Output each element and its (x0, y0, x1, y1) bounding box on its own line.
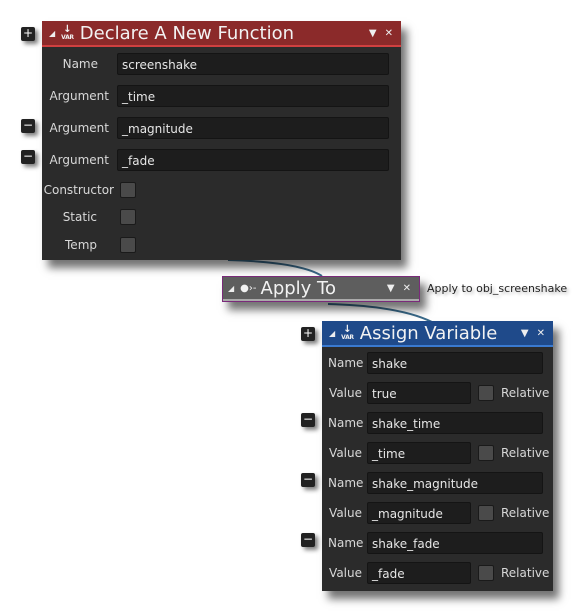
variable-value-input[interactable]: _magnitude (367, 502, 471, 524)
var-icon: ↓ VAR (61, 24, 74, 41)
static-checkbox[interactable] (120, 209, 136, 225)
field-label: Argument (49, 153, 109, 167)
name-row: Name shake_magnitude (328, 472, 543, 494)
collapse-icon[interactable]: ◢ (329, 329, 335, 338)
variable-name-input[interactable]: shake_time (367, 412, 543, 434)
block-title: Apply To (260, 277, 337, 299)
remove-entry-button[interactable]: − (301, 533, 315, 547)
temp-row: Temp (42, 237, 136, 253)
value-row: Value true Relative (328, 382, 549, 404)
declare-function-block: ◢ ↓ VAR Declare A New Function ▼ ✕ Name s… (42, 21, 401, 260)
add-button[interactable]: + (301, 327, 315, 341)
argument-input[interactable]: _time (117, 85, 389, 107)
value-row: Value _fade Relative (328, 562, 549, 584)
variable-name-input[interactable]: shake_magnitude (367, 472, 543, 494)
name-row: Name shake_fade (328, 532, 543, 554)
block-header[interactable]: ◢ ●›- Apply To ▼ ✕ (223, 277, 419, 301)
field-label: Name (328, 416, 364, 430)
block-title: Assign Variable (359, 322, 498, 344)
block-header[interactable]: ◢ ↓ VAR Declare A New Function ▼ ✕ (42, 21, 401, 47)
constructor-row: Constructor (42, 182, 136, 198)
relative-label: Relative (501, 446, 550, 460)
field-label: Value (329, 446, 362, 460)
assign-variable-block: ◢ ↓ VAR Assign Variable ▼ ✕ Name shake Va… (322, 321, 553, 591)
field-label: Value (329, 506, 362, 520)
apply-to-target-label: Apply to obj_screenshake (427, 282, 568, 295)
static-row: Static (42, 209, 136, 225)
argument-input[interactable]: _fade (117, 149, 389, 171)
relative-label: Relative (501, 386, 550, 400)
argument-row: Argument _time (42, 85, 389, 107)
checkbox-label: Static (62, 210, 97, 224)
block-header[interactable]: ◢ ↓ VAR Assign Variable ▼ ✕ (322, 321, 553, 347)
field-label: Value (329, 566, 362, 580)
argument-input[interactable]: _magnitude (117, 117, 389, 139)
close-icon[interactable]: ✕ (403, 283, 411, 294)
field-label: Name (328, 536, 364, 550)
remove-entry-button[interactable]: − (301, 413, 315, 427)
relative-label: Relative (501, 506, 550, 520)
temp-checkbox[interactable] (120, 237, 136, 253)
collapse-icon[interactable]: ◢ (228, 284, 234, 293)
relative-label: Relative (501, 566, 550, 580)
value-row: Value _magnitude Relative (328, 502, 549, 524)
checkbox-label: Temp (65, 238, 97, 252)
checkbox-label: Constructor (43, 183, 114, 197)
dropdown-icon[interactable]: ▼ (369, 28, 377, 39)
dropdown-icon[interactable]: ▼ (387, 283, 395, 294)
value-row: Value _time Relative (328, 442, 549, 464)
name-row: Name shake (328, 352, 543, 374)
close-icon[interactable]: ✕ (537, 328, 545, 339)
relative-checkbox[interactable] (478, 505, 494, 521)
collapse-icon[interactable]: ◢ (49, 29, 55, 38)
name-row: Name shake_time (328, 412, 543, 434)
apply-icon: ●›- (240, 282, 257, 294)
name-row: Name screenshake (42, 53, 389, 75)
remove-argument-button[interactable]: − (21, 119, 35, 133)
field-label: Argument (49, 121, 109, 135)
relative-checkbox[interactable] (478, 445, 494, 461)
remove-argument-button[interactable]: − (21, 150, 35, 164)
variable-value-input[interactable]: _time (367, 442, 471, 464)
relative-checkbox[interactable] (478, 565, 494, 581)
constructor-checkbox[interactable] (120, 182, 136, 198)
field-label: Argument (49, 89, 109, 103)
connector-line (227, 259, 323, 277)
dropdown-icon[interactable]: ▼ (521, 328, 529, 339)
variable-value-input[interactable]: true (367, 382, 471, 404)
variable-value-input[interactable]: _fade (367, 562, 471, 584)
remove-entry-button[interactable]: − (301, 473, 315, 487)
connector-line (327, 303, 433, 323)
field-label: Name (328, 476, 364, 490)
close-icon[interactable]: ✕ (385, 28, 393, 39)
field-label: Name (62, 57, 98, 71)
argument-row: Argument _magnitude (42, 117, 389, 139)
var-icon: ↓ VAR (341, 324, 354, 341)
variable-name-input[interactable]: shake_fade (367, 532, 543, 554)
block-title: Declare A New Function (79, 22, 295, 44)
argument-row: Argument _fade (42, 149, 389, 171)
field-label: Name (328, 356, 364, 370)
apply-to-block: ◢ ●›- Apply To ▼ ✕ (222, 276, 420, 302)
field-label: Value (329, 386, 362, 400)
function-name-input[interactable]: screenshake (117, 53, 389, 75)
add-button[interactable]: + (21, 27, 35, 41)
variable-name-input[interactable]: shake (367, 352, 543, 374)
relative-checkbox[interactable] (478, 385, 494, 401)
